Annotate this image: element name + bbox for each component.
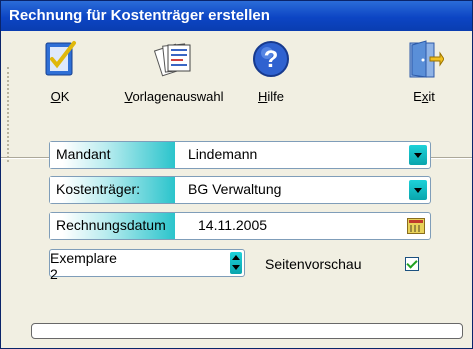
exemplare-value[interactable]: 2 bbox=[50, 266, 244, 282]
progress-bar bbox=[31, 323, 463, 339]
help-icon: ? bbox=[253, 41, 289, 77]
mandant-value: Lindemann bbox=[188, 146, 258, 162]
template-selection-label: Vorlagenauswahl bbox=[124, 89, 224, 104]
seitenvorschau-checkbox[interactable] bbox=[405, 257, 419, 271]
ok-label: OK bbox=[50, 89, 70, 104]
arrow-up-icon[interactable] bbox=[232, 255, 240, 260]
chevron-down-icon[interactable] bbox=[409, 180, 427, 200]
kostentraeger-value: BG Verwaltung bbox=[188, 181, 282, 197]
window-title: Rechnung für Kostenträger erstellen bbox=[1, 1, 472, 31]
calendar-icon[interactable] bbox=[407, 218, 425, 234]
seitenvorschau-label: Seitenvorschau bbox=[265, 256, 362, 272]
dialog-window: Rechnung für Kostenträger erstellen OK V… bbox=[0, 0, 473, 349]
chevron-down-icon[interactable] bbox=[409, 145, 427, 165]
toolbar-grip[interactable] bbox=[7, 67, 11, 162]
mandant-label: Mandant bbox=[50, 142, 175, 168]
rechnungsdatum-field[interactable]: Rechnungsdatum 14.11.2005 bbox=[49, 212, 431, 240]
exit-label: Exit bbox=[413, 89, 435, 104]
exit-button[interactable]: Exit bbox=[403, 39, 445, 104]
rechnungsdatum-value[interactable]: 14.11.2005 bbox=[198, 217, 267, 233]
documents-icon bbox=[154, 43, 191, 77]
toolbar: OK Vorlagenauswahl ? Hilfe Exit bbox=[1, 31, 472, 162]
help-label: Hilfe bbox=[257, 89, 284, 104]
door-exit-icon bbox=[409, 40, 444, 78]
template-selection-button[interactable]: Vorlagenauswahl bbox=[119, 39, 229, 104]
kostentraeger-label: Kostenträger: bbox=[50, 177, 175, 203]
mandant-dropdown[interactable]: Mandant Lindemann bbox=[49, 141, 431, 169]
svg-text:?: ? bbox=[264, 46, 279, 73]
arrow-down-icon[interactable] bbox=[232, 265, 240, 270]
exemplare-label: Exemplare bbox=[50, 250, 117, 266]
checklist-icon bbox=[45, 41, 76, 76]
rechnungsdatum-label: Rechnungsdatum bbox=[50, 213, 175, 239]
help-button[interactable]: ? Hilfe bbox=[251, 39, 291, 104]
kostentraeger-dropdown[interactable]: Kostenträger: BG Verwaltung bbox=[49, 176, 431, 204]
ok-button[interactable]: OK bbox=[39, 39, 81, 104]
spin-button[interactable] bbox=[230, 252, 242, 274]
exemplare-stepper[interactable]: Exemplare 2 bbox=[49, 249, 245, 282]
